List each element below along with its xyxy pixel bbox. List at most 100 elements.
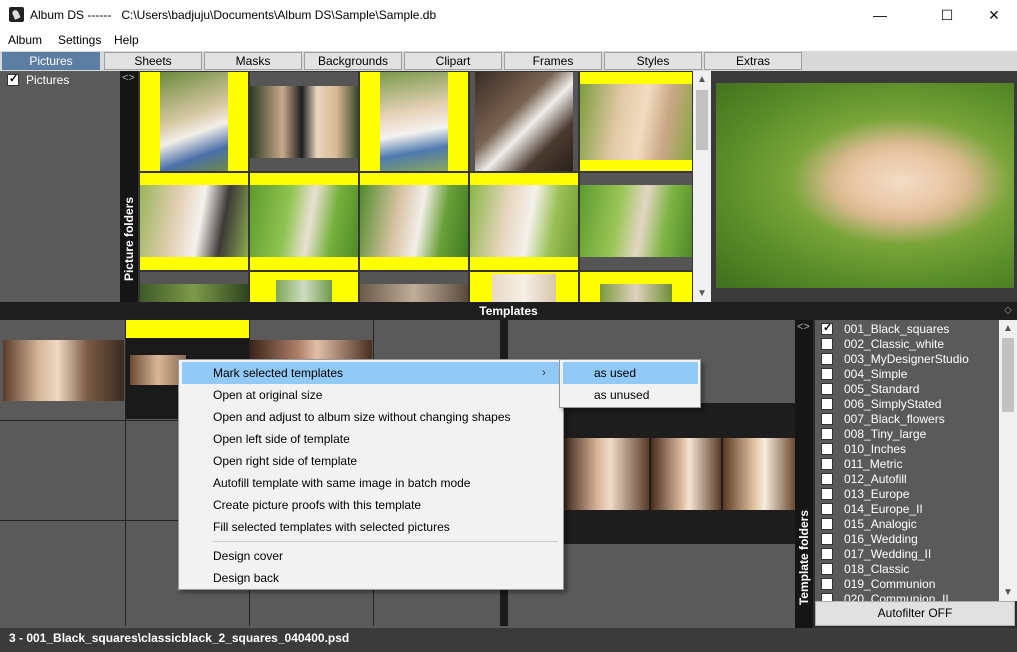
scroll-thumb[interactable] xyxy=(696,90,708,150)
template-folder-checkbox[interactable] xyxy=(821,428,833,440)
pictures-folder-checkbox[interactable] xyxy=(7,72,19,86)
template-folder-label: 006_SimplyStated xyxy=(844,397,942,411)
scroll-down-icon[interactable]: ▼ xyxy=(693,285,711,302)
template-folder-checkbox[interactable] xyxy=(821,473,833,485)
status-bar: 3 - 001_Black_squares\classicblack_2_squ… xyxy=(0,628,1017,652)
template-folder-label: 014_Europe_II xyxy=(844,502,923,516)
template-folder-checkbox[interactable] xyxy=(821,548,833,560)
template-folder-checkbox[interactable] xyxy=(821,443,833,455)
picture-thumbnail[interactable] xyxy=(140,173,248,270)
close-button[interactable]: ✕ xyxy=(971,0,1017,30)
template-folder-checkbox[interactable] xyxy=(821,398,833,410)
tab-pictures[interactable]: Pictures xyxy=(2,52,100,70)
tab-styles[interactable]: Styles xyxy=(604,52,702,70)
picture-thumbnail[interactable] xyxy=(580,72,692,171)
template-folder-checkbox[interactable] xyxy=(821,368,833,380)
maximize-button[interactable]: ☐ xyxy=(924,0,970,30)
picture-thumbnail[interactable] xyxy=(580,173,692,270)
app-icon xyxy=(9,7,24,22)
menu-open-adjust-album-size[interactable]: Open and adjust to album size without ch… xyxy=(182,406,560,428)
picture-thumbnail[interactable] xyxy=(250,272,358,302)
template-folder-checkbox[interactable] xyxy=(821,338,833,350)
submenu-arrow-icon: › xyxy=(542,367,546,379)
template-folder-label: 012_Autofill xyxy=(844,472,907,486)
template-folder-label: 005_Standard xyxy=(844,382,920,396)
scroll-thumb[interactable] xyxy=(1002,338,1014,412)
tab-extras[interactable]: Extras xyxy=(704,52,802,70)
picture-thumbnail[interactable] xyxy=(470,173,578,270)
scroll-up-icon[interactable]: ▲ xyxy=(999,320,1017,337)
template-folders-label: Template folders xyxy=(797,510,811,606)
menu-help[interactable]: Help xyxy=(114,33,139,47)
template-folder-checkbox[interactable] xyxy=(821,578,833,590)
picture-thumbnail[interactable] xyxy=(360,272,468,302)
menu-open-original-size[interactable]: Open at original size xyxy=(182,384,560,406)
template-folder-checkbox[interactable] xyxy=(821,533,833,545)
pictures-folder-label[interactable]: Pictures xyxy=(26,73,69,87)
menu-design-cover[interactable]: Design cover xyxy=(182,545,560,567)
template-folder-label: 001_Black_squares xyxy=(844,322,950,336)
tab-frames[interactable]: Frames xyxy=(504,52,602,70)
context-menu: Mark selected templates › Open at origina… xyxy=(178,359,564,590)
menu-autofill-template[interactable]: Autofill template with same image in bat… xyxy=(182,472,560,494)
template-folder-label: 007_Black_flowers xyxy=(844,412,945,426)
template-folder-checkbox[interactable] xyxy=(821,383,833,395)
template-folder-checkbox[interactable] xyxy=(821,488,833,500)
menu-create-picture-proofs[interactable]: Create picture proofs with this template xyxy=(182,494,560,516)
template-preview-photo xyxy=(651,438,721,510)
picture-thumbnail[interactable] xyxy=(250,72,358,171)
menu-open-left-side[interactable]: Open left side of template xyxy=(182,428,560,450)
template-preview-photo xyxy=(563,438,649,510)
template-folder-label: 019_Communion xyxy=(844,577,936,591)
folder-panel xyxy=(0,71,120,302)
menu-bar xyxy=(0,30,1017,51)
menu-settings[interactable]: Settings xyxy=(58,33,101,47)
menu-open-right-side[interactable]: Open right side of template xyxy=(182,450,560,472)
template-folder-checkbox[interactable] xyxy=(821,321,833,335)
submenu-as-unused[interactable]: as unused xyxy=(563,384,698,406)
expand-icon[interactable]: <> xyxy=(797,321,810,333)
menu-album[interactable]: Album xyxy=(8,33,42,47)
template-thumbnail[interactable] xyxy=(3,340,124,401)
picture-thumbnail[interactable] xyxy=(360,173,468,270)
picture-thumbnail[interactable] xyxy=(470,72,578,171)
scroll-down-icon[interactable]: ▼ xyxy=(999,584,1017,601)
tab-sheets[interactable]: Sheets xyxy=(104,52,202,70)
collapse-icon[interactable]: ◇ xyxy=(999,302,1017,320)
template-folder-label: 011_Metric xyxy=(844,457,903,471)
template-folder-checkbox[interactable] xyxy=(821,503,833,515)
template-folder-label: 013_Europe xyxy=(844,487,910,501)
tab-backgrounds[interactable]: Backgrounds xyxy=(304,52,402,70)
tab-clipart[interactable]: Clipart xyxy=(404,52,502,70)
menu-item-label: Mark selected templates xyxy=(213,366,344,380)
template-selection xyxy=(126,320,249,338)
window-title: Album DS ------ C:\Users\badjuju\Documen… xyxy=(30,8,437,22)
template-folder-label: 008_Tiny_large xyxy=(844,427,927,441)
template-folder-label: 010_Inches xyxy=(844,442,907,456)
menu-separator xyxy=(213,541,558,542)
template-folder-checkbox[interactable] xyxy=(821,518,833,530)
autofilter-button[interactable]: Autofilter OFF xyxy=(815,601,1015,626)
template-folder-checkbox[interactable] xyxy=(821,458,833,470)
minimize-button[interactable]: — xyxy=(857,0,903,30)
submenu-as-used[interactable]: as used xyxy=(563,362,698,384)
tab-masks[interactable]: Masks xyxy=(204,52,302,70)
template-folder-label: 015_Analogic xyxy=(844,517,917,531)
template-folder-label: 003_MyDesignerStudio xyxy=(844,352,969,366)
picture-thumbnail[interactable] xyxy=(360,72,468,171)
picture-thumbnail[interactable] xyxy=(140,272,248,302)
picture-thumbnail[interactable] xyxy=(250,173,358,270)
scroll-up-icon[interactable]: ▲ xyxy=(693,71,711,88)
picture-thumbnail[interactable] xyxy=(470,272,578,302)
templates-header: Templates xyxy=(0,302,1017,320)
picture-thumbnail[interactable] xyxy=(580,272,692,302)
menu-design-back[interactable]: Design back xyxy=(182,567,560,589)
menu-fill-selected-templates[interactable]: Fill selected templates with selected pi… xyxy=(182,516,560,538)
picture-thumbnail[interactable] xyxy=(140,72,248,171)
menu-mark-selected-templates[interactable]: Mark selected templates › xyxy=(182,362,560,384)
template-folder-checkbox[interactable] xyxy=(821,413,833,425)
template-folder-checkbox[interactable] xyxy=(821,563,833,575)
template-folder-label: 016_Wedding xyxy=(844,532,918,546)
expand-icon[interactable]: <> xyxy=(122,72,135,84)
template-folder-checkbox[interactable] xyxy=(821,353,833,365)
